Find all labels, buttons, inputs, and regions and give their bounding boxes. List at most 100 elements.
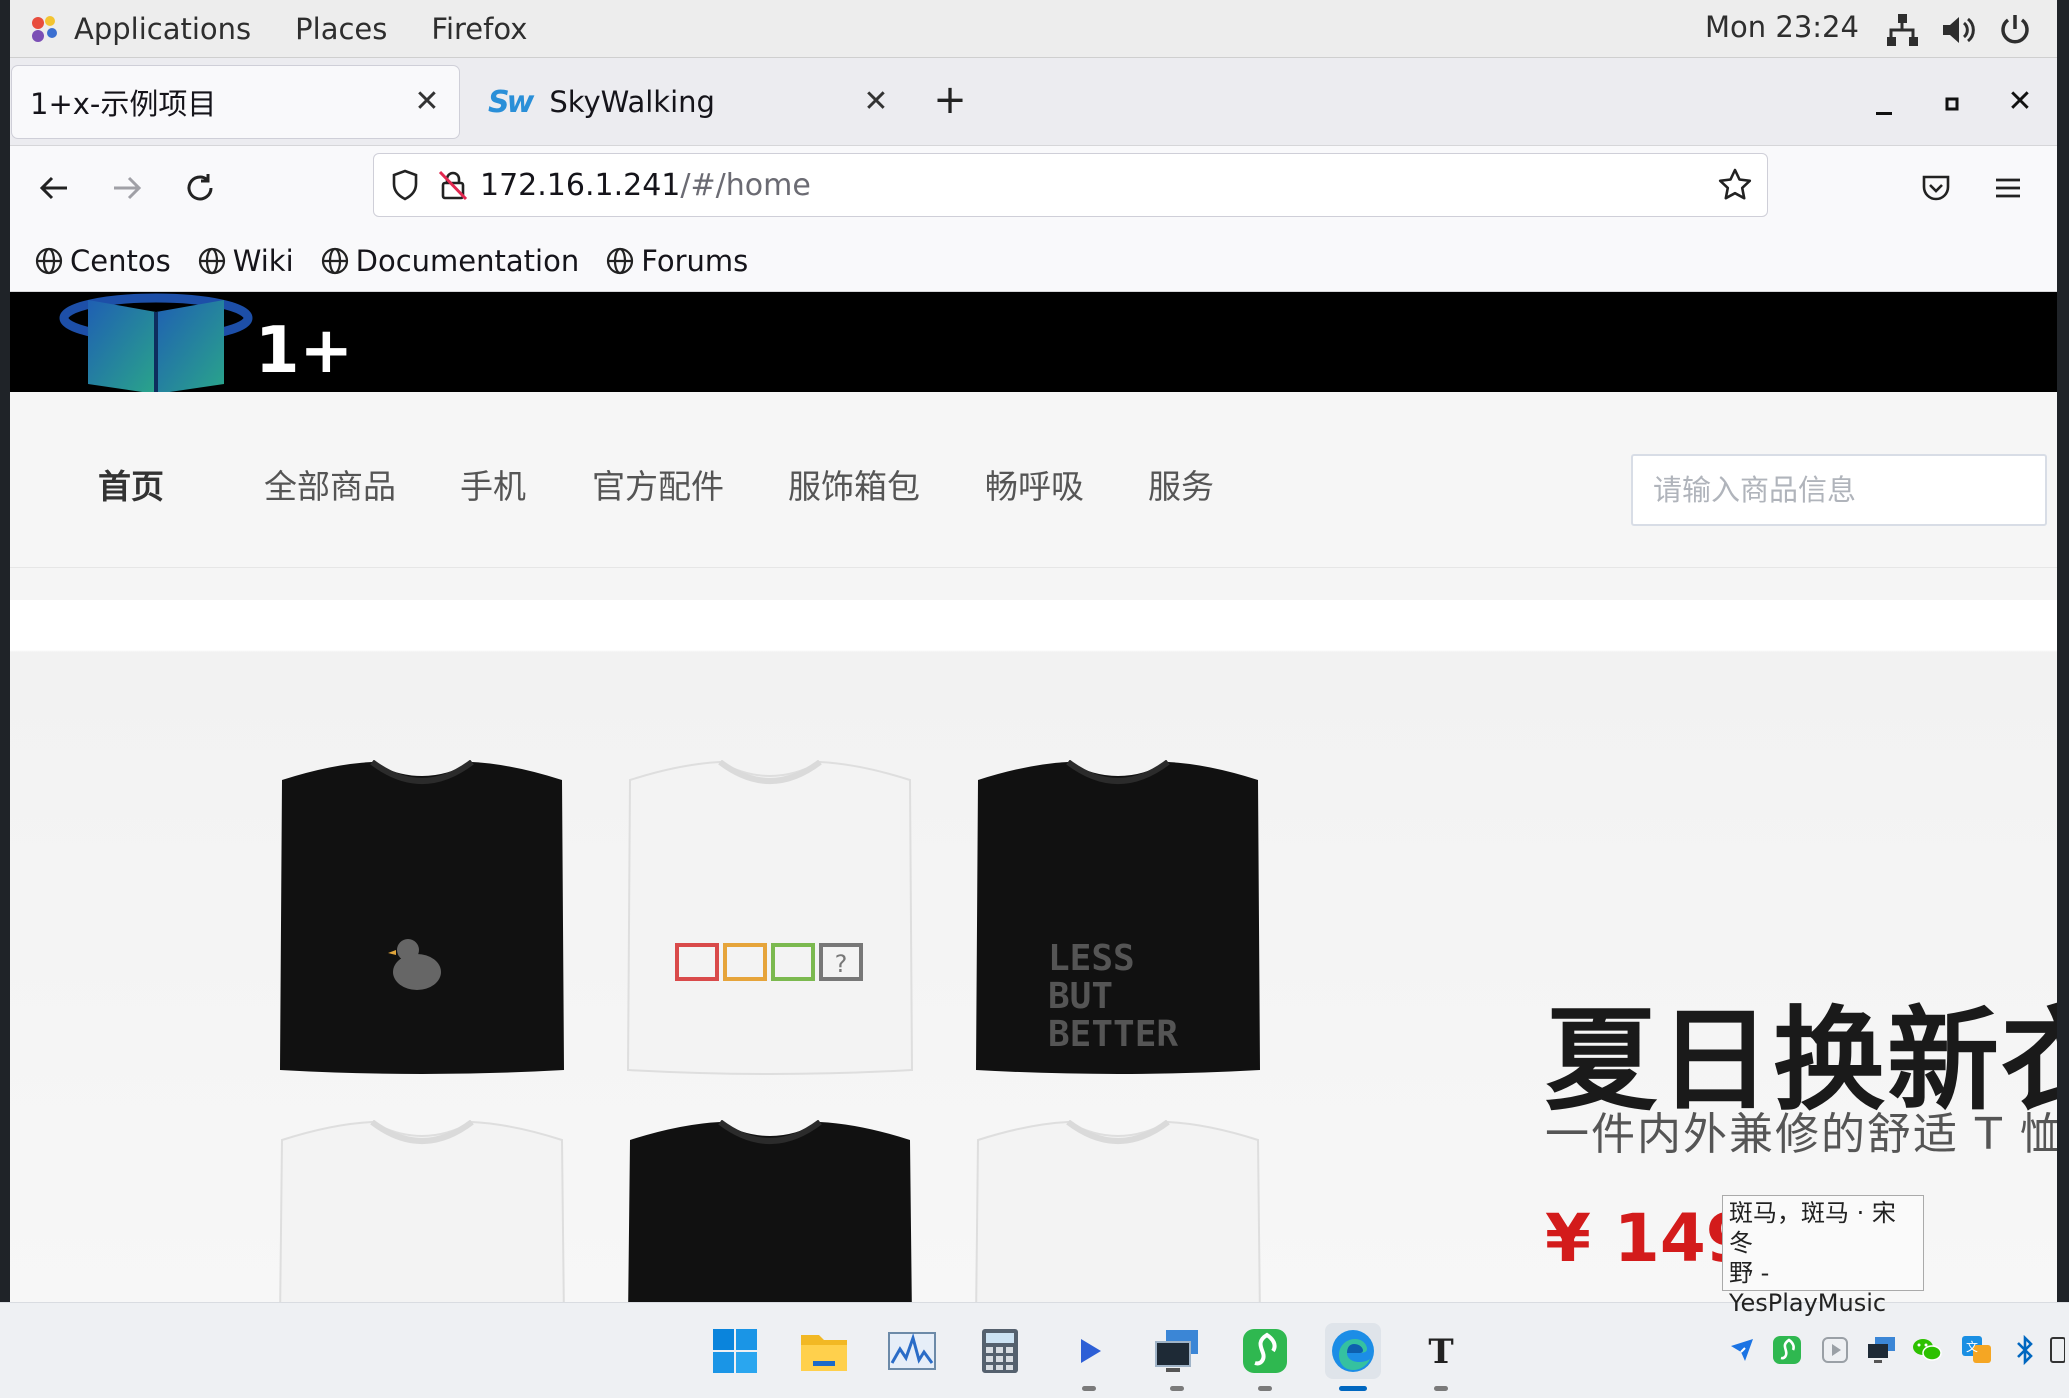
nav-apparel[interactable]: 服饰箱包 <box>788 460 920 508</box>
places-menu[interactable]: Places <box>295 12 387 46</box>
tooltip-line: 斑马，斑马 · 宋冬 <box>1729 1199 1896 1257</box>
running-indicator <box>1170 1386 1184 1391</box>
media-tray-icon[interactable] <box>1818 1333 1852 1367</box>
new-tab-button[interactable]: + <box>925 76 975 126</box>
bookmark-centos[interactable]: Centos <box>34 244 171 278</box>
nav-all-products[interactable]: 全部商品 <box>264 460 396 508</box>
music-tray-icon[interactable] <box>1770 1333 1804 1367</box>
web-page: 1+ 首页 全部商品 手机 官方配件 服饰箱包 畅呼吸 服务 请输入商品信息 ?… <box>10 292 2057 1302</box>
bookmark-forums[interactable]: Forums <box>605 244 748 278</box>
arrow-right-icon <box>114 176 142 200</box>
reload-button[interactable] <box>172 160 228 216</box>
insecure-lock-icon[interactable] <box>436 168 470 202</box>
url-host: 172.16.1.241 <box>480 167 681 203</box>
skywalking-favicon-icon: Sw <box>488 84 534 120</box>
white-tshirt-image <box>279 1120 565 1302</box>
music-tooltip: 斑马，斑马 · 宋冬 野 - YesPlayMusic <box>1722 1195 1924 1317</box>
bookmarks-toolbar: Centos Wiki Documentation Forums <box>10 230 2057 292</box>
tooltip-line: 野 - <box>1729 1259 1770 1287</box>
white-tshirt-image <box>975 1120 1261 1302</box>
url-path: /#/home <box>680 167 811 203</box>
forward-button[interactable] <box>99 160 155 216</box>
edge-icon[interactable] <box>1325 1323 1381 1391</box>
site-header: 1+ <box>10 292 2057 394</box>
tooltip-line: YesPlayMusic <box>1729 1289 1887 1317</box>
site-nav: 首页 全部商品 手机 官方配件 服饰箱包 畅呼吸 服务 <box>10 392 2057 568</box>
remote-desktop-icon[interactable] <box>1149 1323 1205 1391</box>
url-bar[interactable]: 172.16.1.241/#/home <box>373 153 1768 217</box>
bookmark-label: Documentation <box>355 243 580 278</box>
network-icon[interactable] <box>1882 10 1922 50</box>
globe-icon <box>607 247 634 274</box>
black-tshirt-image <box>628 1120 912 1302</box>
white-tshirt-icons-image: ? <box>626 760 914 1075</box>
bookmark-label: Centos <box>70 243 171 278</box>
start-icon[interactable] <box>707 1323 763 1379</box>
gnome-top-bar: Applications Places Firefox Mon 23:24 <box>10 0 2057 58</box>
volume-icon[interactable] <box>1938 10 1978 50</box>
shirt-slogan: LESS BUT BETTER <box>1048 940 1179 1055</box>
shield-icon[interactable] <box>388 168 422 202</box>
svg-text:?: ? <box>835 950 848 978</box>
running-indicator <box>1082 1386 1096 1391</box>
remote-tray-icon[interactable] <box>1864 1333 1898 1367</box>
firefox-menu[interactable]: Firefox <box>431 12 527 46</box>
bookmark-documentation[interactable]: Documentation <box>320 243 580 278</box>
tab-1x-project[interactable]: 1+x-示例项目 ✕ <box>12 66 459 138</box>
firefox-window: 1+x-示例项目 ✕ Sw SkyWalking ✕ + ✕ 172.16.1.… <box>10 58 2057 1302</box>
wechat-tray-icon[interactable] <box>1910 1333 1944 1367</box>
back-button[interactable] <box>26 160 82 216</box>
black-tshirt-less-but-better-image: LESS BUT BETTER <box>976 760 1260 1074</box>
reload-icon <box>187 174 213 201</box>
svg-text:T: T <box>1428 1332 1453 1371</box>
bookmark-star-icon[interactable] <box>1717 167 1753 203</box>
bluetooth-icon[interactable] <box>2008 1333 2042 1367</box>
close-tab-icon[interactable]: ✕ <box>409 84 445 120</box>
active-indicator <box>1339 1386 1367 1391</box>
translate-tray-icon[interactable]: 文 <box>1960 1333 1994 1367</box>
product-search-input[interactable] <box>1631 454 2047 526</box>
close-tab-icon[interactable]: ✕ <box>858 84 894 120</box>
nav-phones[interactable]: 手机 <box>460 460 526 508</box>
media-player-icon[interactable] <box>1061 1323 1117 1391</box>
clock[interactable]: Mon 23:24 <box>1705 10 1859 44</box>
maximize-button[interactable] <box>1928 78 1976 126</box>
hamburger-icon <box>1996 178 2020 198</box>
minimize-button[interactable] <box>1860 78 1908 126</box>
pocket-icon <box>1922 175 1950 201</box>
gnome-foot-icon <box>26 11 62 47</box>
tab-title: 1+x-示例项目 <box>30 87 217 121</box>
calculator-icon[interactable] <box>972 1323 1028 1379</box>
running-indicator <box>1434 1386 1448 1391</box>
running-indicator <box>1258 1386 1272 1391</box>
tab-skywalking[interactable]: Sw SkyWalking ✕ <box>468 66 908 138</box>
bookmark-label: Wiki <box>232 243 294 278</box>
music-app-icon[interactable] <box>1237 1323 1293 1391</box>
notification-icon[interactable] <box>2048 1333 2066 1367</box>
black-tshirt-duck-image <box>280 760 564 1074</box>
close-window-button[interactable]: ✕ <box>1996 78 2044 126</box>
nav-accessories[interactable]: 官方配件 <box>592 460 724 508</box>
nav-breathe[interactable]: 畅呼吸 <box>985 460 1084 508</box>
tab-title: SkyWalking <box>549 85 715 119</box>
power-icon[interactable] <box>1995 10 2035 50</box>
globe-icon <box>198 247 225 274</box>
applications-menu[interactable]: Applications <box>74 12 251 46</box>
nav-home[interactable]: 首页 <box>98 460 164 508</box>
arrow-left-icon <box>39 176 67 200</box>
svg-text:文: 文 <box>1966 1339 1978 1354</box>
bookmark-wiki[interactable]: Wiki <box>197 244 294 278</box>
feishu-tray-icon[interactable] <box>1725 1333 1759 1367</box>
nav-services[interactable]: 服务 <box>1148 460 1214 508</box>
system-monitor-icon[interactable] <box>884 1323 940 1379</box>
site-logo-text: 1+ <box>255 314 354 388</box>
globe-icon <box>321 247 348 274</box>
app-menu-button[interactable] <box>1980 160 2036 216</box>
file-explorer-icon[interactable] <box>796 1323 852 1379</box>
tab-strip: 1+x-示例项目 ✕ Sw SkyWalking ✕ + ✕ <box>10 58 2057 146</box>
site-logo-icon[interactable] <box>58 292 258 400</box>
pocket-button[interactable] <box>1908 160 1964 216</box>
typora-icon[interactable]: T <box>1413 1323 1469 1391</box>
nav-toolbar: 172.16.1.241/#/home <box>10 146 2057 230</box>
banner-price: ¥ 149 <box>1545 1200 1752 1277</box>
